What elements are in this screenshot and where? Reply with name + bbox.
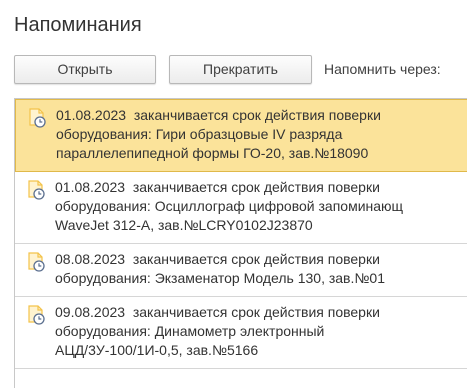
reminder-text-line: параллелепипедной формы ГО-20, зав.№1809… xyxy=(56,145,369,161)
reminder-text-line: 08.08.2023 заканчивается срок действия п… xyxy=(55,251,380,267)
reminder-text-line: оборудования: Динамометр электронный xyxy=(55,323,325,339)
reminder-text-line: 01.08.2023 заканчивается срок действия п… xyxy=(55,179,380,195)
remind-in-label: Напомнить через: xyxy=(324,61,441,77)
reminder-item[interactable]: 08.08.2023 заканчивается срок действия п… xyxy=(15,244,467,297)
reminder-item[interactable]: 09.08.2023 заканчивается срок действия п… xyxy=(15,297,467,369)
reminder-clock-icon xyxy=(26,252,46,272)
reminder-clock-icon xyxy=(27,108,47,128)
stop-button[interactable]: Прекратить xyxy=(169,55,312,84)
open-button[interactable]: Открыть xyxy=(14,55,156,84)
window-title: Напоминания xyxy=(14,14,142,36)
reminder-text-line: WaveJet 312-A, зав.№LCRY0102J23870 xyxy=(55,217,313,233)
reminder-text-line: 01.08.2023 заканчивается срок действия п… xyxy=(56,107,381,123)
toolbar: Открыть Прекратить Напомнить через: xyxy=(14,55,467,87)
reminder-text-line: оборудования: Экзаменатор Модель 130, за… xyxy=(55,270,385,286)
reminder-item[interactable]: 01.08.2023 заканчивается срок действия п… xyxy=(15,99,467,172)
reminder-text-line: АЦД/3У-100/1И-0,5, зав.№5166 xyxy=(55,342,259,358)
reminder-clock-icon xyxy=(26,180,46,200)
reminder-text-line: 09.08.2023 заканчивается срок действия п… xyxy=(55,304,380,320)
reminder-list[interactable]: 01.08.2023 заканчивается срок действия п… xyxy=(14,98,467,388)
reminder-clock-icon xyxy=(26,305,46,325)
reminder-text-line: оборудования: Гири образцовые IV разряда xyxy=(56,126,343,142)
reminder-text-line: оборудования: Осциллограф цифровой запом… xyxy=(55,198,404,214)
reminder-item[interactable]: 01.08.2023 заканчивается срок действия п… xyxy=(15,172,467,244)
